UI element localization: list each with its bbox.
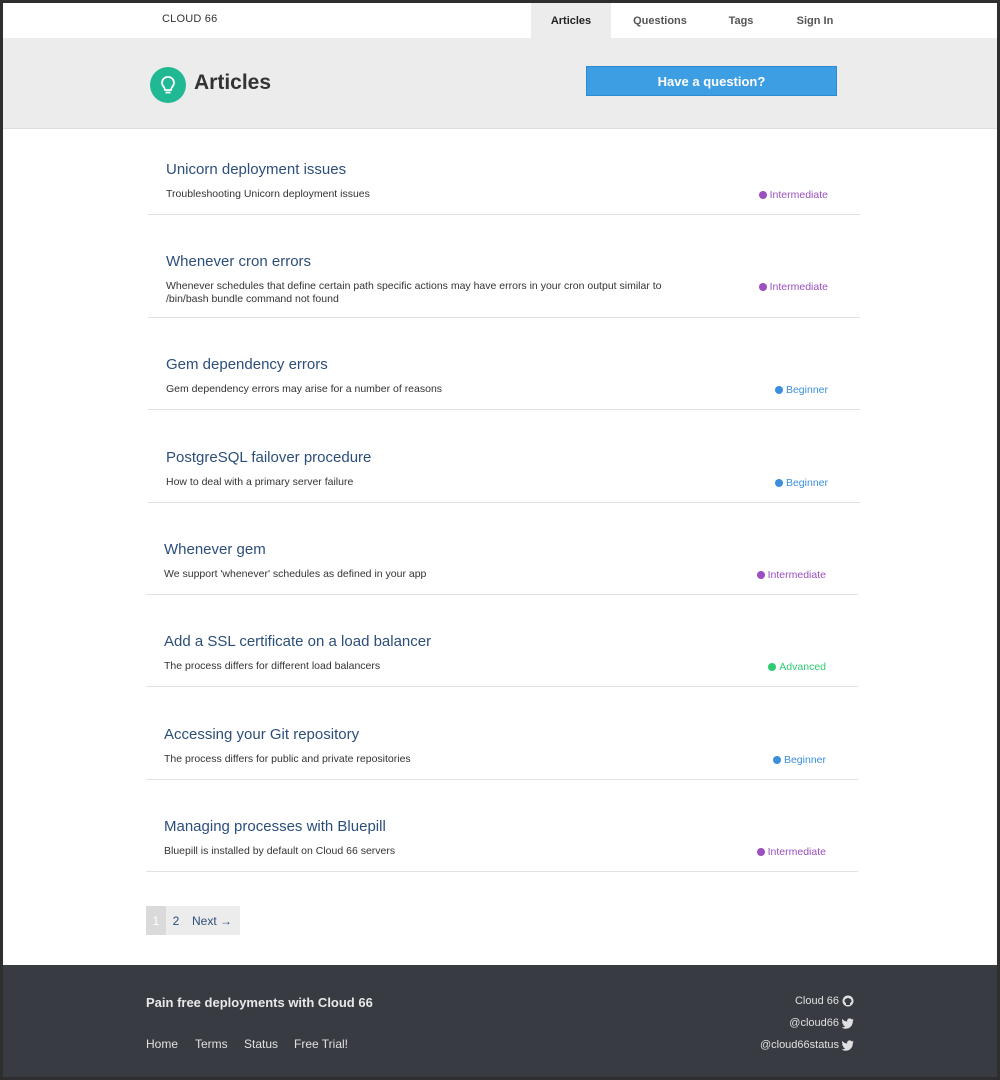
article-title[interactable]: Whenever cron errors [166, 253, 311, 270]
level-badge: Beginner [774, 384, 828, 396]
level-label: Advanced [779, 661, 826, 673]
nav-sign-in[interactable]: Sign In [779, 3, 851, 38]
social-link-twitter-status[interactable]: @cloud66status [760, 1039, 854, 1051]
level-badge: Intermediate [756, 569, 826, 581]
article-item: Add a SSL certificate on a load balancer… [146, 633, 858, 687]
article-title[interactable]: Add a SSL certificate on a load balancer [164, 633, 431, 650]
top-nav: CLOUD 66 Articles Questions Tags Sign In [3, 3, 997, 38]
level-dot-icon [756, 571, 765, 579]
social-label: Cloud 66 [794, 995, 839, 1007]
article-description: Gem dependency errors may arise for a nu… [166, 383, 443, 395]
twitter-icon [842, 1017, 854, 1029]
article-description: We support 'whenever' schedules as defin… [164, 568, 427, 580]
level-dot-icon [758, 191, 767, 199]
article-item: Unicorn deployment issues Troubleshootin… [148, 161, 860, 215]
level-badge: Intermediate [756, 846, 826, 858]
level-label: Intermediate [767, 569, 826, 581]
article-title[interactable]: PostgreSQL failover procedure [166, 449, 371, 466]
footer-link-home[interactable]: Home [146, 1037, 178, 1051]
github-icon [842, 995, 854, 1007]
article-item: PostgreSQL failover procedure How to dea… [148, 449, 860, 503]
level-label: Beginner [783, 754, 826, 766]
article-title[interactable]: Whenever gem [164, 541, 266, 558]
page-link-2[interactable]: 2 [166, 906, 186, 935]
footer: Pain free deployments with Cloud 66 Home… [3, 965, 997, 1077]
article-description: Troubleshooting Unicorn deployment issue… [166, 188, 370, 200]
level-badge: Beginner [772, 754, 826, 766]
next-page-link[interactable]: Next → [186, 906, 240, 935]
page-current: 1 [146, 906, 166, 935]
article-item: Whenever gem We support 'whenever' sched… [146, 541, 858, 595]
page-title: Articles [194, 71, 272, 94]
article-description: The process differs for public and priva… [164, 753, 411, 765]
level-dot-icon [758, 283, 767, 291]
social-link-github[interactable]: Cloud 66 [795, 995, 854, 1007]
social-link-twitter-cloud66[interactable]: @cloud66 [789, 1017, 854, 1029]
footer-link-status[interactable]: Status [244, 1037, 278, 1051]
level-label: Beginner [785, 477, 828, 489]
article-description: The process differs for different load b… [164, 660, 381, 672]
ask-question-button[interactable]: Have a question? [586, 66, 837, 96]
article-item: Accessing your Git repository The proces… [146, 726, 858, 780]
article-item: Managing processes with Bluepill Bluepil… [146, 818, 858, 872]
level-label: Beginner [785, 384, 828, 396]
level-label: Intermediate [769, 189, 828, 201]
article-description: Whenever schedules that define certain p… [166, 280, 662, 305]
footer-link-terms[interactable]: Terms [195, 1037, 228, 1051]
level-dot-icon [756, 848, 765, 856]
footer-link-free-trial[interactable]: Free Trial! [294, 1037, 348, 1051]
pagination: 1 2 Next → [146, 906, 241, 935]
level-badge: Intermediate [758, 189, 828, 201]
level-badge: Advanced [768, 661, 826, 673]
nav-tags[interactable]: Tags [709, 3, 773, 38]
article-description: How to deal with a primary server failur… [166, 476, 354, 488]
twitter-icon [842, 1039, 854, 1051]
social-label: @cloud66status [759, 1039, 839, 1051]
level-badge: Intermediate [758, 281, 828, 293]
level-badge: Beginner [774, 477, 828, 489]
article-title[interactable]: Managing processes with Bluepill [164, 818, 386, 835]
page: CLOUD 66 Articles Questions Tags Sign In… [3, 3, 997, 1077]
article-title[interactable]: Unicorn deployment issues [166, 161, 346, 178]
article-title[interactable]: Accessing your Git repository [164, 726, 359, 743]
level-label: Intermediate [769, 281, 828, 293]
level-dot-icon [774, 479, 783, 487]
article-item: Whenever cron errors Whenever schedules … [148, 253, 860, 318]
article-item: Gem dependency errors Gem dependency err… [148, 356, 860, 410]
social-label: @cloud66 [789, 1017, 839, 1029]
level-dot-icon [772, 756, 781, 764]
page-header: Articles Have a question? [3, 38, 997, 129]
article-description: Bluepill is installed by default on Clou… [164, 845, 396, 857]
level-dot-icon [768, 663, 777, 671]
level-label: Intermediate [767, 846, 826, 858]
level-dot-icon [774, 386, 783, 394]
brand-logo[interactable]: CLOUD 66 [162, 13, 217, 25]
nav-articles[interactable]: Articles [531, 3, 611, 38]
lightbulb-icon [150, 67, 186, 103]
nav-questions[interactable]: Questions [617, 3, 703, 38]
article-title[interactable]: Gem dependency errors [166, 356, 328, 373]
footer-tagline: Pain free deployments with Cloud 66 [146, 995, 373, 1010]
